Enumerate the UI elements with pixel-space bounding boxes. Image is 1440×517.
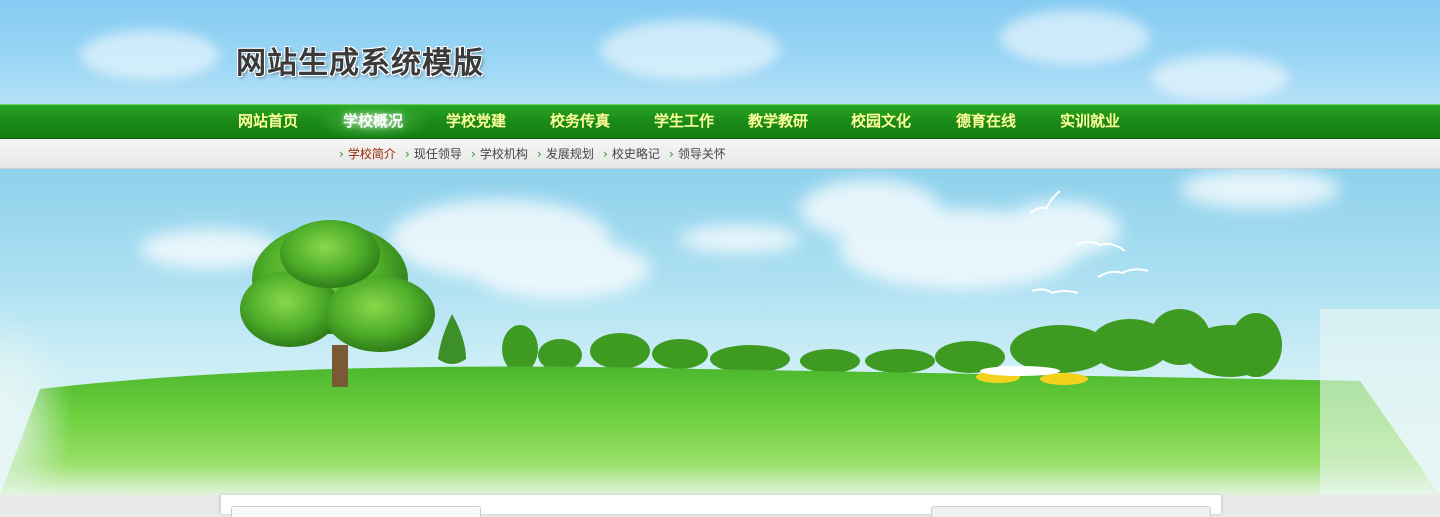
chevron-right-icon: › <box>537 147 542 161</box>
page-gutter-right <box>1221 495 1440 514</box>
nav-item-teaching-research[interactable]: 教学教研 <box>748 104 808 139</box>
nav-item-campus-culture[interactable]: 校园文化 <box>851 104 911 139</box>
hero-banner <box>0 169 1440 495</box>
cloud-decoration <box>1000 10 1150 65</box>
nav-item-moral-education[interactable]: 德育在线 <box>956 104 1016 139</box>
cloud-decoration <box>80 30 220 80</box>
landscape-illustration <box>0 169 1440 495</box>
subnav-item-leaders[interactable]: › 现任领导 <box>405 139 462 169</box>
conifer-tree <box>438 314 466 364</box>
cloud-decoration <box>1150 55 1290 100</box>
main-nav <box>0 104 1440 139</box>
subnav-label: 领导关怀 <box>677 147 726 161</box>
chevron-right-icon: › <box>339 147 344 161</box>
subnav-item-history[interactable]: › 校史略记 <box>603 139 660 169</box>
subnav-label: 校史略记 <box>611 147 660 161</box>
flowers-white <box>980 366 1060 376</box>
nav-item-school-news[interactable]: 校务传真 <box>550 104 610 139</box>
subnav-label: 现任领导 <box>413 147 462 161</box>
subnav-label: 发展规划 <box>545 147 594 161</box>
cloud-decoration <box>600 20 780 80</box>
tree-trunk <box>332 345 348 387</box>
nav-item-school-overview[interactable]: 学校概况 <box>343 104 403 139</box>
chevron-right-icon: › <box>471 147 476 161</box>
subnav-item-development-plan[interactable]: › 发展规划 <box>537 139 594 169</box>
site-title: 网站生成系统模版 <box>236 46 484 81</box>
chevron-right-icon: › <box>669 147 674 161</box>
grass-field <box>0 366 1440 495</box>
subnav-label: 学校简介 <box>347 147 396 161</box>
nav-item-training-employment[interactable]: 实训就业 <box>1060 104 1120 139</box>
subnav-item-organization[interactable]: › 学校机构 <box>471 139 528 169</box>
nav-item-party-building[interactable]: 学校党建 <box>446 104 506 139</box>
subnav-label: 学校机构 <box>479 147 528 161</box>
subnav-item-leadership-care[interactable]: › 领导关怀 <box>669 139 726 169</box>
page-gutter-left <box>0 495 220 514</box>
nav-item-student-work[interactable]: 学生工作 <box>654 104 714 139</box>
chevron-right-icon: › <box>603 147 608 161</box>
right-panel <box>931 506 1211 517</box>
left-panel <box>231 506 481 517</box>
subnav-item-intro[interactable]: › 学校简介 <box>339 139 396 169</box>
nav-item-home[interactable]: 网站首页 <box>238 104 298 139</box>
content-area <box>220 495 1222 517</box>
site-header: 网站生成系统模版 <box>0 0 1440 104</box>
tree-line <box>502 309 1282 377</box>
chevron-right-icon: › <box>405 147 410 161</box>
